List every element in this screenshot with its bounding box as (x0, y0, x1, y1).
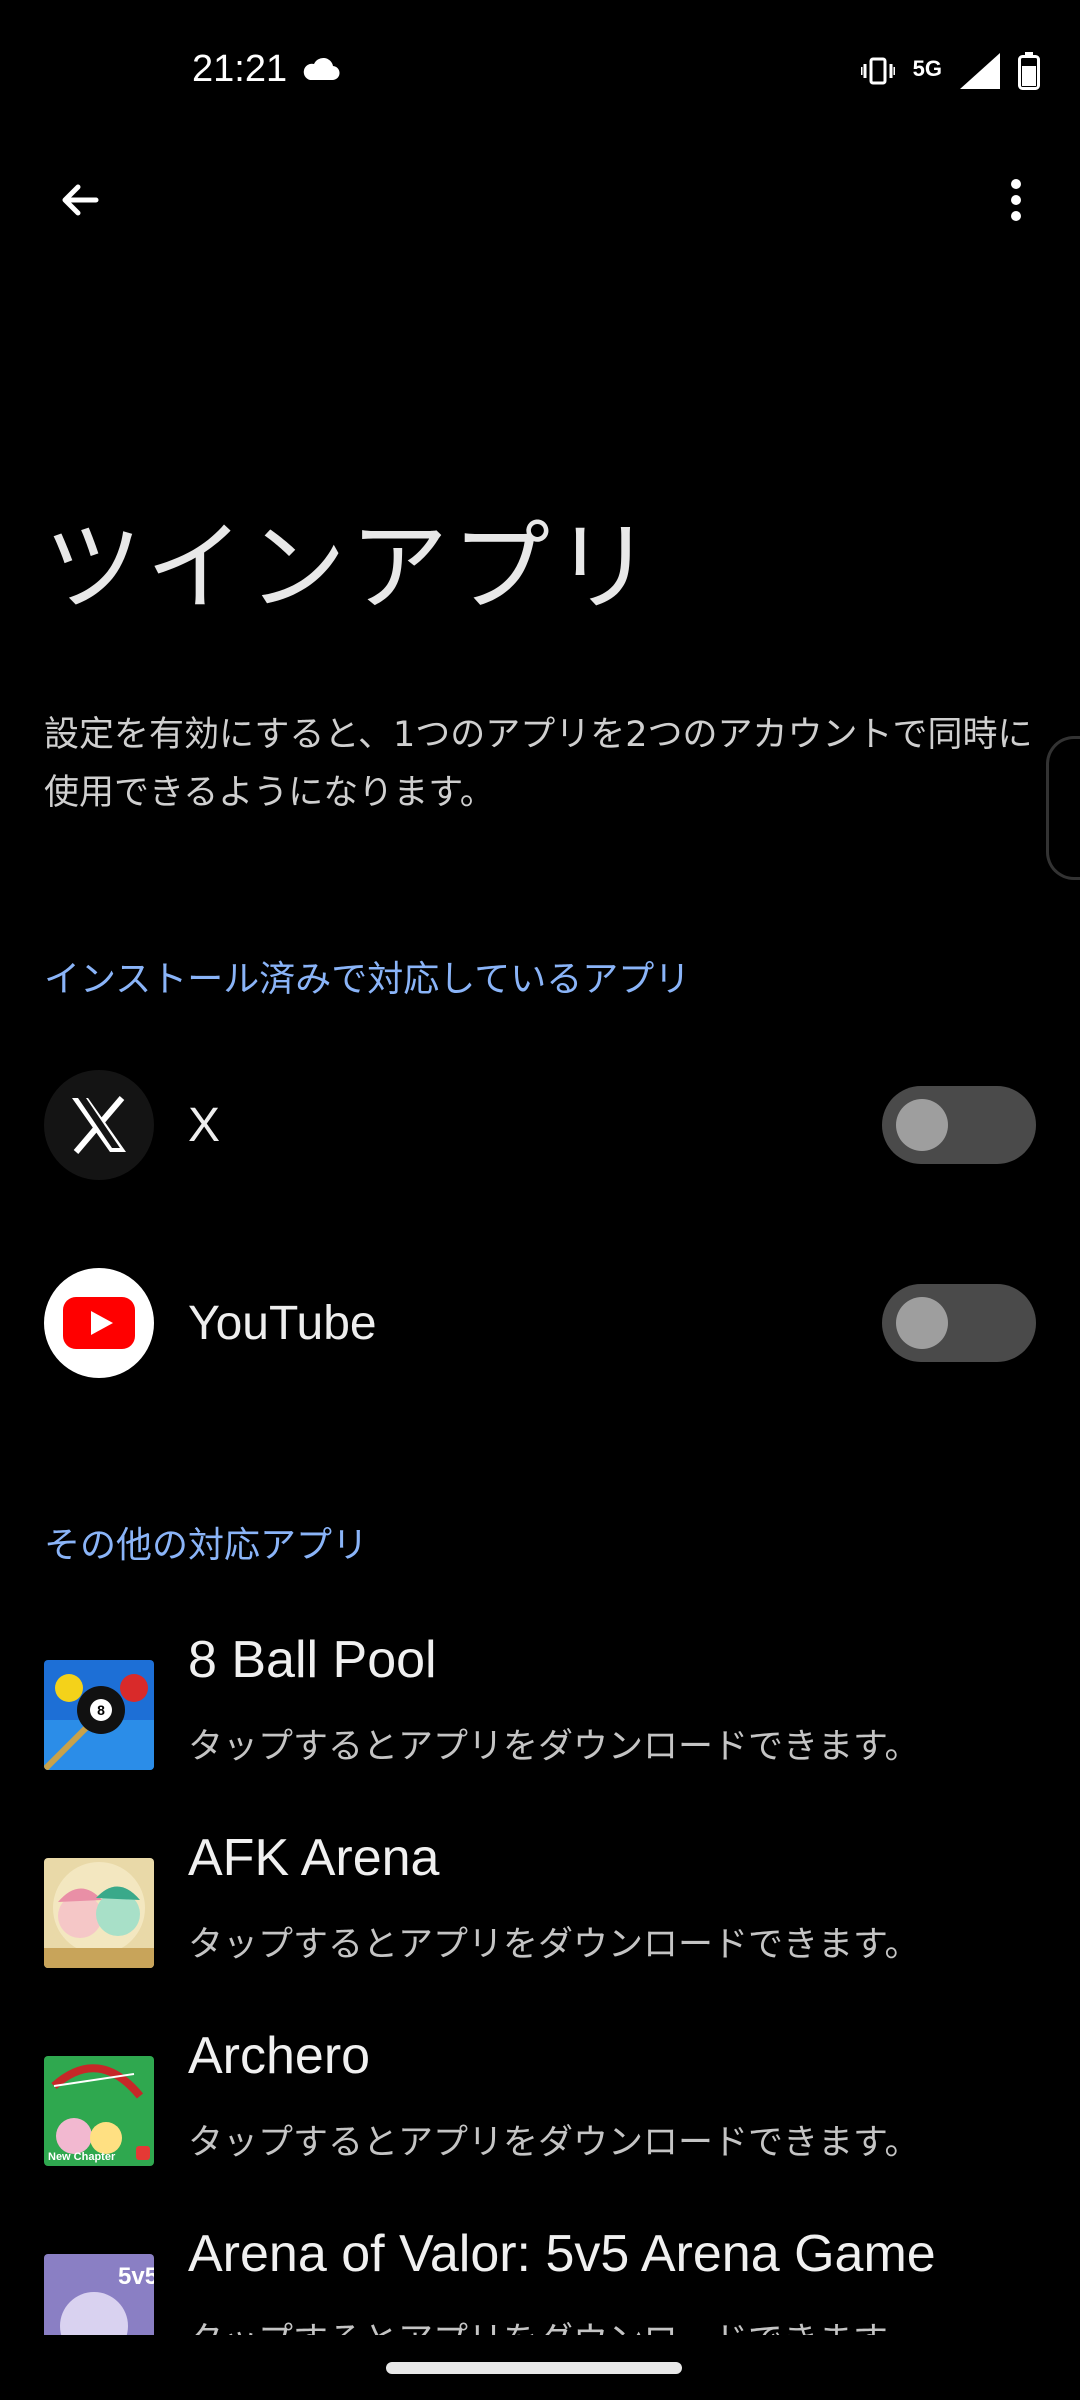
more-options-button[interactable] (976, 160, 1056, 240)
arena-of-valor-icon: 5v5 (44, 2254, 154, 2335)
app-row-x[interactable]: X (0, 1056, 1080, 1196)
edge-panel-handle[interactable] (1046, 736, 1080, 880)
list-item[interactable]: New Chapter Archero タップするとアプリをダウンロードできます… (0, 2016, 1080, 2214)
youtube-logo-icon (44, 1268, 154, 1378)
list-item[interactable]: 8 8 Ball Pool タップするとアプリをダウンロードできます。 (0, 1620, 1080, 1818)
app-row-youtube[interactable]: YouTube (0, 1254, 1080, 1394)
app-name: X (188, 1099, 221, 1152)
8-ball-pool-icon: 8 (44, 1660, 154, 1770)
other-apps-header: その他の対応アプリ (44, 1525, 369, 1566)
list-item[interactable]: 5v5 Arena of Valor: 5v5 Arena Game タップする… (0, 2214, 1080, 2335)
toggle-knob (896, 1099, 948, 1151)
app-subtitle: タップするとアプリをダウンロードできます。 (188, 2123, 920, 2163)
back-button[interactable] (40, 160, 120, 240)
archero-icon: New Chapter (44, 2056, 154, 2166)
more-vert-icon (1011, 179, 1021, 221)
vibrate-icon (859, 56, 897, 90)
twin-app-toggle-youtube[interactable] (882, 1284, 1036, 1362)
x-logo-icon (44, 1070, 154, 1180)
app-title: 8 Ball Pool (188, 1631, 437, 1689)
twin-app-toggle-x[interactable] (882, 1086, 1036, 1164)
app-title: AFK Arena (188, 1829, 440, 1887)
app-title: Archero (188, 2027, 371, 2085)
top-app-bar (0, 150, 1080, 270)
cloud-icon (300, 56, 340, 86)
app-subtitle: タップするとアプリをダウンロードできます。 (188, 1727, 920, 1767)
status-bar: 21:21 5G (0, 0, 1080, 150)
app-title: Arena of Valor: 5v5 Arena Game (188, 2225, 936, 2283)
page-title: ツインアプリ (44, 511, 657, 625)
other-apps-list: 8 8 Ball Pool タップするとアプリをダウンロードできます。 AFK … (0, 1620, 1080, 2335)
home-indicator[interactable] (386, 2362, 682, 2374)
status-time: 21:21 (192, 48, 288, 90)
aov-badge-text: 5v5 (118, 2263, 154, 2290)
app-subtitle: タップするとアプリをダウンロードできます。 (188, 2312, 920, 2335)
app-subtitle: タップするとアプリをダウンロードできます。 (188, 1925, 920, 1965)
page-description: 設定を有効にすると、1つのアプリを2つのアカウントで同時に使用できるようになりま… (44, 715, 1033, 813)
network-type: 5G (912, 56, 942, 81)
afk-arena-icon (44, 1858, 154, 1968)
svg-text:8: 8 (97, 1702, 105, 1718)
archero-badge-text: New Chapter (48, 2151, 116, 2163)
signal-icon (960, 53, 1000, 93)
app-name: YouTube (188, 1297, 377, 1350)
toggle-knob (896, 1297, 948, 1349)
arrow-back-icon (62, 184, 99, 216)
list-item[interactable]: AFK Arena タップするとアプリをダウンロードできます。 (0, 1818, 1080, 2016)
battery-icon (1018, 52, 1040, 94)
installed-apps-header: インストール済みで対応しているアプリ (44, 959, 691, 1000)
